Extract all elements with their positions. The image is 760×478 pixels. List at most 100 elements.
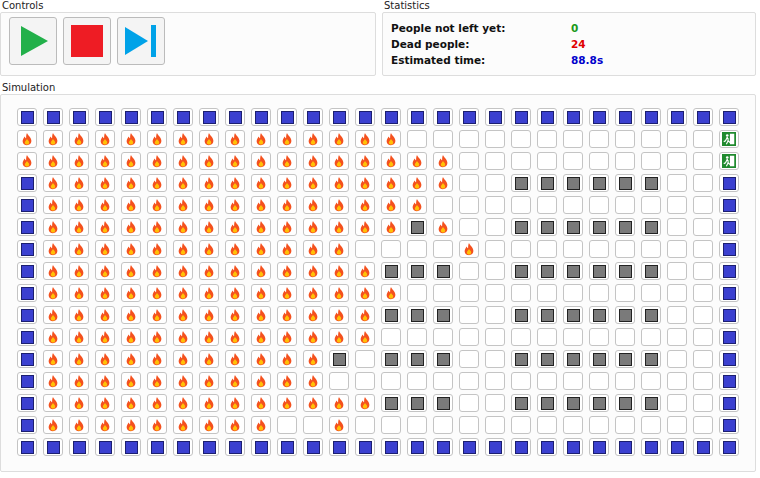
wall-cell[interactable] [719, 416, 739, 434]
obstacle-cell[interactable] [641, 350, 661, 368]
empty-cell[interactable] [589, 196, 609, 214]
wall-cell[interactable] [459, 108, 479, 126]
fire-cell[interactable] [225, 130, 245, 148]
fire-cell[interactable] [199, 372, 219, 390]
empty-cell[interactable] [381, 416, 401, 434]
wall-cell[interactable] [17, 174, 37, 192]
fire-cell[interactable] [43, 284, 63, 302]
empty-cell[interactable] [511, 152, 531, 170]
empty-cell[interactable] [485, 218, 505, 236]
fire-cell[interactable] [329, 240, 349, 258]
obstacle-cell[interactable] [563, 350, 583, 368]
wall-cell[interactable] [563, 108, 583, 126]
fire-cell[interactable] [407, 174, 427, 192]
empty-cell[interactable] [303, 416, 323, 434]
empty-cell[interactable] [355, 416, 375, 434]
empty-cell[interactable] [667, 262, 687, 280]
empty-cell[interactable] [693, 306, 713, 324]
fire-cell[interactable] [173, 350, 193, 368]
fire-cell[interactable] [43, 240, 63, 258]
empty-cell[interactable] [537, 240, 557, 258]
wall-cell[interactable] [563, 438, 583, 456]
empty-cell[interactable] [667, 328, 687, 346]
wall-cell[interactable] [719, 108, 739, 126]
wall-cell[interactable] [485, 438, 505, 456]
obstacle-cell[interactable] [511, 174, 531, 192]
fire-cell[interactable] [225, 350, 245, 368]
wall-cell[interactable] [719, 438, 739, 456]
wall-cell[interactable] [719, 284, 739, 302]
empty-cell[interactable] [511, 130, 531, 148]
wall-cell[interactable] [199, 438, 219, 456]
wall-cell[interactable] [17, 438, 37, 456]
empty-cell[interactable] [407, 416, 427, 434]
fire-cell[interactable] [69, 130, 89, 148]
obstacle-cell[interactable] [433, 262, 453, 280]
empty-cell[interactable] [641, 240, 661, 258]
fire-cell[interactable] [225, 262, 245, 280]
fire-cell[interactable] [251, 350, 271, 368]
wall-cell[interactable] [17, 284, 37, 302]
empty-cell[interactable] [459, 394, 479, 412]
wall-cell[interactable] [17, 372, 37, 390]
wall-cell[interactable] [147, 108, 167, 126]
wall-cell[interactable] [537, 438, 557, 456]
fire-cell[interactable] [303, 152, 323, 170]
fire-cell[interactable] [121, 416, 141, 434]
wall-cell[interactable] [667, 108, 687, 126]
wall-cell[interactable] [355, 108, 375, 126]
empty-cell[interactable] [433, 416, 453, 434]
fire-cell[interactable] [121, 262, 141, 280]
fire-cell[interactable] [69, 394, 89, 412]
empty-cell[interactable] [511, 196, 531, 214]
fire-cell[interactable] [199, 196, 219, 214]
empty-cell[interactable] [693, 394, 713, 412]
fire-cell[interactable] [173, 196, 193, 214]
empty-cell[interactable] [485, 350, 505, 368]
fire-cell[interactable] [329, 196, 349, 214]
empty-cell[interactable] [693, 218, 713, 236]
empty-cell[interactable] [563, 372, 583, 390]
empty-cell[interactable] [667, 306, 687, 324]
fire-cell[interactable] [199, 130, 219, 148]
fire-cell[interactable] [95, 262, 115, 280]
empty-cell[interactable] [615, 284, 635, 302]
fire-cell[interactable] [329, 262, 349, 280]
wall-cell[interactable] [17, 416, 37, 434]
wall-cell[interactable] [537, 108, 557, 126]
empty-cell[interactable] [667, 240, 687, 258]
empty-cell[interactable] [407, 240, 427, 258]
fire-cell[interactable] [225, 152, 245, 170]
fire-cell[interactable] [459, 240, 479, 258]
fire-cell[interactable] [147, 350, 167, 368]
wall-cell[interactable] [303, 438, 323, 456]
fire-cell[interactable] [147, 218, 167, 236]
fire-cell[interactable] [303, 350, 323, 368]
empty-cell[interactable] [589, 130, 609, 148]
empty-cell[interactable] [407, 328, 427, 346]
fire-cell[interactable] [69, 174, 89, 192]
obstacle-cell[interactable] [615, 218, 635, 236]
wall-cell[interactable] [693, 108, 713, 126]
wall-cell[interactable] [589, 438, 609, 456]
fire-cell[interactable] [251, 196, 271, 214]
fire-cell[interactable] [381, 174, 401, 192]
wall-cell[interactable] [719, 262, 739, 280]
empty-cell[interactable] [693, 240, 713, 258]
obstacle-cell[interactable] [589, 350, 609, 368]
wall-cell[interactable] [277, 108, 297, 126]
empty-cell[interactable] [537, 196, 557, 214]
empty-cell[interactable] [693, 196, 713, 214]
wall-cell[interactable] [69, 438, 89, 456]
fire-cell[interactable] [173, 218, 193, 236]
obstacle-cell[interactable] [589, 174, 609, 192]
fire-cell[interactable] [329, 218, 349, 236]
empty-cell[interactable] [485, 284, 505, 302]
fire-cell[interactable] [303, 328, 323, 346]
empty-cell[interactable] [537, 416, 557, 434]
fire-cell[interactable] [173, 394, 193, 412]
empty-cell[interactable] [641, 328, 661, 346]
fire-cell[interactable] [173, 284, 193, 302]
obstacle-cell[interactable] [537, 306, 557, 324]
fire-cell[interactable] [329, 174, 349, 192]
